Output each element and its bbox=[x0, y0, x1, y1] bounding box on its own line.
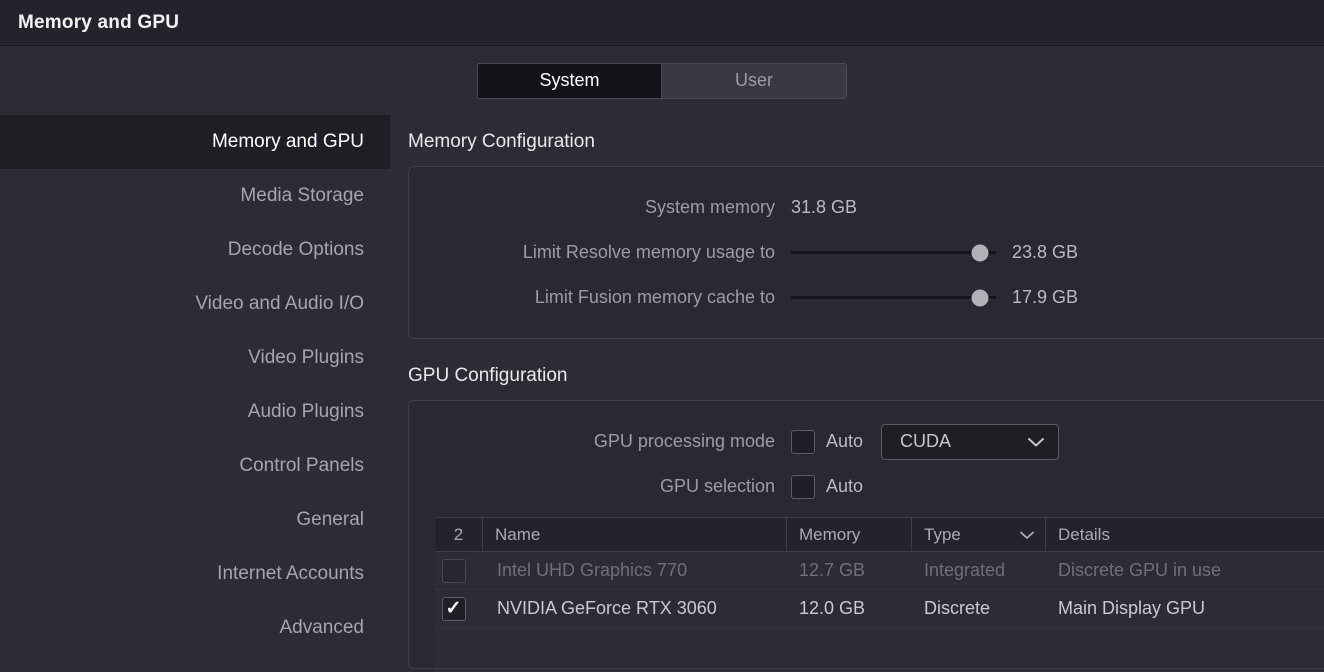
gpu-configuration-title: GPU Configuration bbox=[408, 365, 568, 386]
table-row[interactable]: ✓ Intel UHD Graphics 770 12.7 GB Integra… bbox=[435, 552, 1324, 590]
resolve-memory-limit-value: 23.8 GB bbox=[1012, 242, 1079, 262]
slider-handle[interactable] bbox=[971, 244, 989, 261]
resolve-memory-limit-label: Limit Resolve memory usage to bbox=[522, 242, 775, 262]
gpu-processing-mode-value: CUDA bbox=[900, 431, 952, 451]
gpu-row-name: Intel UHD Graphics 770 bbox=[497, 560, 688, 580]
sidebar-item-label: Media Storage bbox=[240, 185, 364, 206]
system-memory-label: System memory bbox=[644, 197, 775, 217]
fusion-memory-cache-value: 17.9 GB bbox=[1012, 287, 1079, 307]
gpu-processing-mode-label: GPU processing mode bbox=[593, 431, 775, 451]
fusion-memory-cache-slider[interactable] bbox=[791, 288, 996, 308]
sidebar-item-label: Internet Accounts bbox=[217, 563, 364, 584]
sidebar-item-memory-and-gpu[interactable]: Memory and GPU bbox=[0, 115, 390, 169]
resolve-memory-limit-slider[interactable] bbox=[791, 243, 996, 263]
sidebar-item-label: Audio Plugins bbox=[247, 401, 364, 422]
gpu-row-memory: 12.0 GB bbox=[799, 598, 866, 618]
sidebar-item-label: Decode Options bbox=[227, 239, 364, 260]
gpu-selection-auto-checkbox[interactable]: ✓ bbox=[791, 474, 815, 499]
row-gpu-selection: GPU selection ✓ Auto bbox=[409, 464, 1324, 509]
gpu-table: 2 Name Memory Type Details Intel UHD Gra… bbox=[435, 517, 1324, 668]
gpu-row-details: Main Display GPU bbox=[1058, 598, 1206, 618]
gpu-table-body: ✓ Intel UHD Graphics 770 12.7 GB Integra… bbox=[435, 552, 1324, 668]
tab-user-label: User bbox=[734, 70, 773, 90]
gpu-table-header-memory[interactable]: Memory bbox=[787, 518, 912, 551]
row-fusion-memory-cache: Limit Fusion memory cache to 17.9 GB bbox=[409, 275, 1324, 320]
gpu-selection-label: GPU selection bbox=[659, 476, 775, 496]
gpu-row-checkbox-cell: ✓ bbox=[435, 558, 483, 583]
sidebar-item-label: Video Plugins bbox=[248, 347, 364, 368]
gpu-row-type: Discrete bbox=[924, 598, 991, 618]
gpu-table-header-type-label: Type bbox=[924, 524, 961, 544]
system-memory-value: 31.8 GB bbox=[791, 197, 858, 217]
gpu-enable-checkbox[interactable]: ✓ bbox=[441, 596, 466, 621]
gpu-row-checkbox-cell: ✓ bbox=[435, 596, 483, 621]
gpu-selection-auto-label: Auto bbox=[826, 476, 864, 496]
gpu-row-type: Integrated bbox=[924, 560, 1006, 580]
sidebar-item-label: Video and Audio I/O bbox=[195, 293, 364, 314]
slider-handle[interactable] bbox=[971, 289, 989, 306]
gpu-table-header-type[interactable]: Type bbox=[912, 518, 1046, 551]
memory-configuration-panel: System memory 31.8 GB Limit Resolve memo… bbox=[408, 166, 1324, 339]
tab-group: System User bbox=[477, 62, 847, 99]
sidebar-item-audio-plugins[interactable]: Audio Plugins bbox=[0, 385, 390, 439]
preferences-body: Memory and GPU Media Storage Decode Opti… bbox=[0, 115, 1324, 672]
gpu-processing-mode-dropdown[interactable]: CUDA bbox=[881, 423, 1060, 460]
preferences-tabstrip: System User bbox=[0, 46, 1324, 115]
gpu-table-header: 2 Name Memory Type Details bbox=[435, 518, 1324, 552]
gpu-table-header-details[interactable]: Details bbox=[1046, 518, 1324, 551]
gpu-enable-checkbox[interactable]: ✓ bbox=[441, 558, 466, 583]
slider-track bbox=[791, 251, 996, 254]
row-system-memory: System memory 31.8 GB bbox=[409, 185, 1324, 230]
row-gpu-processing-mode: GPU processing mode ✓ Auto CUDA bbox=[409, 419, 1324, 464]
gpu-configuration-panel: GPU processing mode ✓ Auto CUDA GPU sele… bbox=[408, 400, 1324, 669]
gpu-table-empty-space bbox=[435, 628, 1324, 668]
gpu-processing-mode-auto-label: Auto bbox=[826, 431, 864, 451]
sort-chevron-down-icon bbox=[1019, 530, 1035, 540]
gpu-row-memory: 12.7 GB bbox=[799, 560, 866, 580]
sidebar-item-label: Control Panels bbox=[239, 455, 364, 476]
window-titlebar: Memory and GPU bbox=[0, 0, 1324, 46]
chevron-down-icon bbox=[1027, 436, 1045, 448]
sidebar-item-video-plugins[interactable]: Video Plugins bbox=[0, 331, 390, 385]
sidebar-item-general[interactable]: General bbox=[0, 493, 390, 547]
preferences-content: Memory Configuration System memory 31.8 … bbox=[390, 115, 1324, 672]
tab-system[interactable]: System bbox=[478, 63, 662, 98]
sidebar-item-media-storage[interactable]: Media Storage bbox=[0, 169, 390, 223]
gpu-table-header-count: 2 bbox=[435, 518, 483, 551]
table-row[interactable]: ✓ NVIDIA GeForce RTX 3060 12.0 GB Discre… bbox=[435, 590, 1324, 628]
gpu-row-name: NVIDIA GeForce RTX 3060 bbox=[497, 598, 717, 618]
sidebar-item-internet-accounts[interactable]: Internet Accounts bbox=[0, 547, 390, 601]
checkmark-icon: ✓ bbox=[445, 598, 462, 619]
memory-configuration-title: Memory Configuration bbox=[408, 131, 595, 152]
sidebar-item-decode-options[interactable]: Decode Options bbox=[0, 223, 390, 277]
row-resolve-memory-limit: Limit Resolve memory usage to 23.8 GB bbox=[409, 230, 1324, 275]
sidebar-item-control-panels[interactable]: Control Panels bbox=[0, 439, 390, 493]
sidebar-item-video-and-audio-io[interactable]: Video and Audio I/O bbox=[0, 277, 390, 331]
gpu-row-details: Discrete GPU in use bbox=[1058, 560, 1222, 580]
sidebar-item-label: Memory and GPU bbox=[211, 131, 364, 152]
tab-user[interactable]: User bbox=[662, 63, 846, 98]
gpu-processing-mode-auto-checkbox[interactable]: ✓ bbox=[791, 429, 815, 454]
sidebar-item-label: General bbox=[296, 509, 364, 530]
fusion-memory-cache-label: Limit Fusion memory cache to bbox=[534, 287, 775, 307]
sidebar-item-advanced[interactable]: Advanced bbox=[0, 601, 390, 655]
gpu-table-header-name[interactable]: Name bbox=[483, 518, 787, 551]
window-title: Memory and GPU bbox=[18, 11, 180, 33]
preferences-sidebar: Memory and GPU Media Storage Decode Opti… bbox=[0, 115, 390, 672]
sidebar-item-label: Advanced bbox=[279, 617, 364, 638]
tab-system-label: System bbox=[539, 70, 600, 90]
slider-track bbox=[791, 296, 996, 299]
